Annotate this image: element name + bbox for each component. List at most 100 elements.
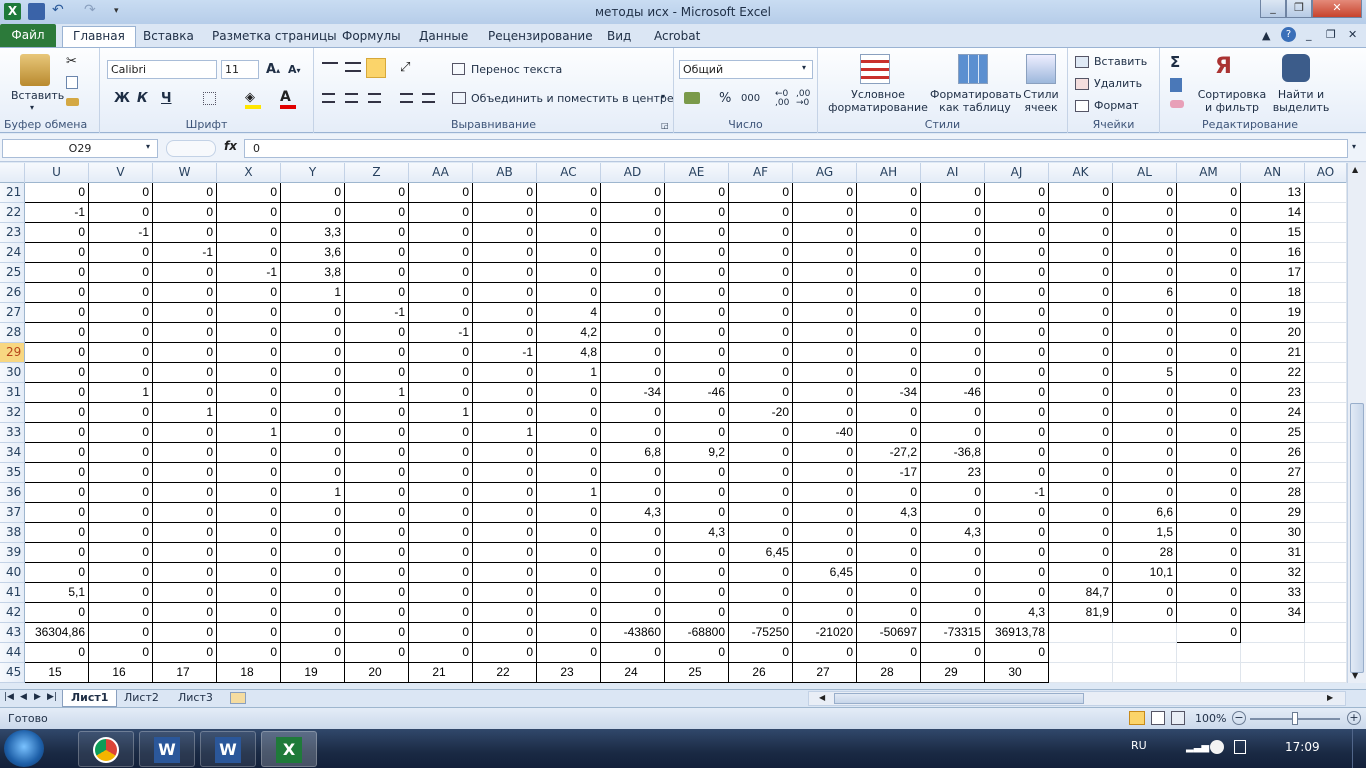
cell-ah33[interactable]: 0 <box>857 423 921 443</box>
cell-y31[interactable]: 0 <box>281 383 345 403</box>
cell-ao39[interactable] <box>1305 543 1347 563</box>
align-right-icon[interactable] <box>368 93 381 103</box>
cell-ao45[interactable] <box>1305 663 1347 683</box>
cell-x26[interactable]: 0 <box>217 283 281 303</box>
cell-ae21[interactable]: 0 <box>665 183 729 203</box>
cell-ag32[interactable]: 0 <box>793 403 857 423</box>
currency-icon[interactable] <box>684 92 700 104</box>
cell-ag43[interactable]: -21020 <box>793 623 857 643</box>
zoom-in-icon[interactable]: + <box>1347 711 1361 725</box>
cell-ae40[interactable]: 0 <box>665 563 729 583</box>
zoom-slider-thumb[interactable] <box>1292 712 1298 725</box>
cell-aa30[interactable]: 0 <box>409 363 473 383</box>
cell-y40[interactable]: 0 <box>281 563 345 583</box>
cell-ac45[interactable]: 23 <box>537 663 601 683</box>
increase-decimal-icon[interactable]: ←0,00 <box>775 90 789 108</box>
cell-aj38[interactable]: 0 <box>985 523 1049 543</box>
cell-z33[interactable]: 0 <box>345 423 409 443</box>
cell-ab31[interactable]: 0 <box>473 383 537 403</box>
cell-aj27[interactable]: 0 <box>985 303 1049 323</box>
vertical-scrollbar[interactable]: ▲ ▼ <box>1347 163 1366 683</box>
cell-ah43[interactable]: -50697 <box>857 623 921 643</box>
cell-af26[interactable]: 0 <box>729 283 793 303</box>
cell-u34[interactable]: 0 <box>25 443 89 463</box>
cell-an25[interactable]: 17 <box>1241 263 1305 283</box>
column-header-ad[interactable]: AD <box>601 163 665 183</box>
cell-ag31[interactable]: 0 <box>793 383 857 403</box>
cell-ag28[interactable]: 0 <box>793 323 857 343</box>
cell-v37[interactable]: 0 <box>89 503 153 523</box>
find-select-icon[interactable] <box>1282 54 1310 82</box>
cell-af39[interactable]: 6,45 <box>729 543 793 563</box>
orientation-icon[interactable]: ⤢ <box>400 60 416 76</box>
cell-ao22[interactable] <box>1305 203 1347 223</box>
cell-aa31[interactable]: 0 <box>409 383 473 403</box>
align-top-icon[interactable] <box>322 62 338 72</box>
autosum-icon[interactable]: Σ <box>1170 53 1180 71</box>
cell-ae37[interactable]: 0 <box>665 503 729 523</box>
cell-ae22[interactable]: 0 <box>665 203 729 223</box>
cell-aa36[interactable]: 0 <box>409 483 473 503</box>
cell-x32[interactable]: 0 <box>217 403 281 423</box>
cell-w21[interactable]: 0 <box>153 183 217 203</box>
paste-button[interactable]: Вставить <box>11 89 64 102</box>
cell-v26[interactable]: 0 <box>89 283 153 303</box>
cell-am36[interactable]: 0 <box>1177 483 1241 503</box>
cell-z30[interactable]: 0 <box>345 363 409 383</box>
cell-ab44[interactable]: 0 <box>473 643 537 663</box>
cell-aj39[interactable]: 0 <box>985 543 1049 563</box>
cell-ah41[interactable]: 0 <box>857 583 921 603</box>
cell-v34[interactable]: 0 <box>89 443 153 463</box>
cell-y38[interactable]: 0 <box>281 523 345 543</box>
window-restore-icon[interactable]: ❐ <box>1326 28 1336 41</box>
cell-ao24[interactable] <box>1305 243 1347 263</box>
thousands-button[interactable]: 000 <box>741 93 760 104</box>
row-header-39[interactable]: 39 <box>0 543 25 563</box>
row-header-34[interactable]: 34 <box>0 443 25 463</box>
cell-x24[interactable]: 0 <box>217 243 281 263</box>
cell-w25[interactable]: 0 <box>153 263 217 283</box>
cell-ab40[interactable]: 0 <box>473 563 537 583</box>
cell-an22[interactable]: 14 <box>1241 203 1305 223</box>
select-all-corner[interactable] <box>0 163 25 183</box>
cell-u31[interactable]: 0 <box>25 383 89 403</box>
cell-an43[interactable] <box>1241 623 1305 643</box>
cell-y45[interactable]: 19 <box>281 663 345 683</box>
cell-an30[interactable]: 22 <box>1241 363 1305 383</box>
cell-x23[interactable]: 0 <box>217 223 281 243</box>
format-cells-button[interactable]: Формат <box>1094 99 1139 112</box>
cell-z22[interactable]: 0 <box>345 203 409 223</box>
zoom-level[interactable]: 100% <box>1195 712 1226 725</box>
cell-aj42[interactable]: 4,3 <box>985 603 1049 623</box>
cell-af35[interactable]: 0 <box>729 463 793 483</box>
cell-u38[interactable]: 0 <box>25 523 89 543</box>
cell-v41[interactable]: 0 <box>89 583 153 603</box>
percent-button[interactable]: % <box>719 91 731 106</box>
wrap-text-button[interactable]: Перенос текста <box>471 63 562 76</box>
row-header-40[interactable]: 40 <box>0 563 25 583</box>
cell-ad32[interactable]: 0 <box>601 403 665 423</box>
cell-ah34[interactable]: -27,2 <box>857 443 921 463</box>
next-sheet-icon[interactable]: ▶ <box>34 692 41 702</box>
cell-an38[interactable]: 30 <box>1241 523 1305 543</box>
cell-ao40[interactable] <box>1305 563 1347 583</box>
cell-af34[interactable]: 0 <box>729 443 793 463</box>
cell-z31[interactable]: 1 <box>345 383 409 403</box>
formula-input[interactable]: 0 <box>244 139 1348 158</box>
align-bottom-icon[interactable] <box>366 58 386 78</box>
cell-ad23[interactable]: 0 <box>601 223 665 243</box>
cell-ai41[interactable]: 0 <box>921 583 985 603</box>
cell-ad43[interactable]: -43860 <box>601 623 665 643</box>
cell-ag33[interactable]: -40 <box>793 423 857 443</box>
cell-af45[interactable]: 26 <box>729 663 793 683</box>
merge-center-button[interactable]: Объединить и поместить в центре <box>471 92 674 105</box>
cell-u45[interactable]: 15 <box>25 663 89 683</box>
zoom-out-icon[interactable]: − <box>1232 711 1246 725</box>
cell-y21[interactable]: 0 <box>281 183 345 203</box>
name-box-dropdown-icon[interactable]: ▾ <box>146 142 150 151</box>
cell-ao30[interactable] <box>1305 363 1347 383</box>
tab-home[interactable]: Главная <box>62 26 136 47</box>
cell-ag30[interactable]: 0 <box>793 363 857 383</box>
conditional-format-button[interactable]: Условное форматирование <box>824 88 932 114</box>
cell-ae42[interactable]: 0 <box>665 603 729 623</box>
